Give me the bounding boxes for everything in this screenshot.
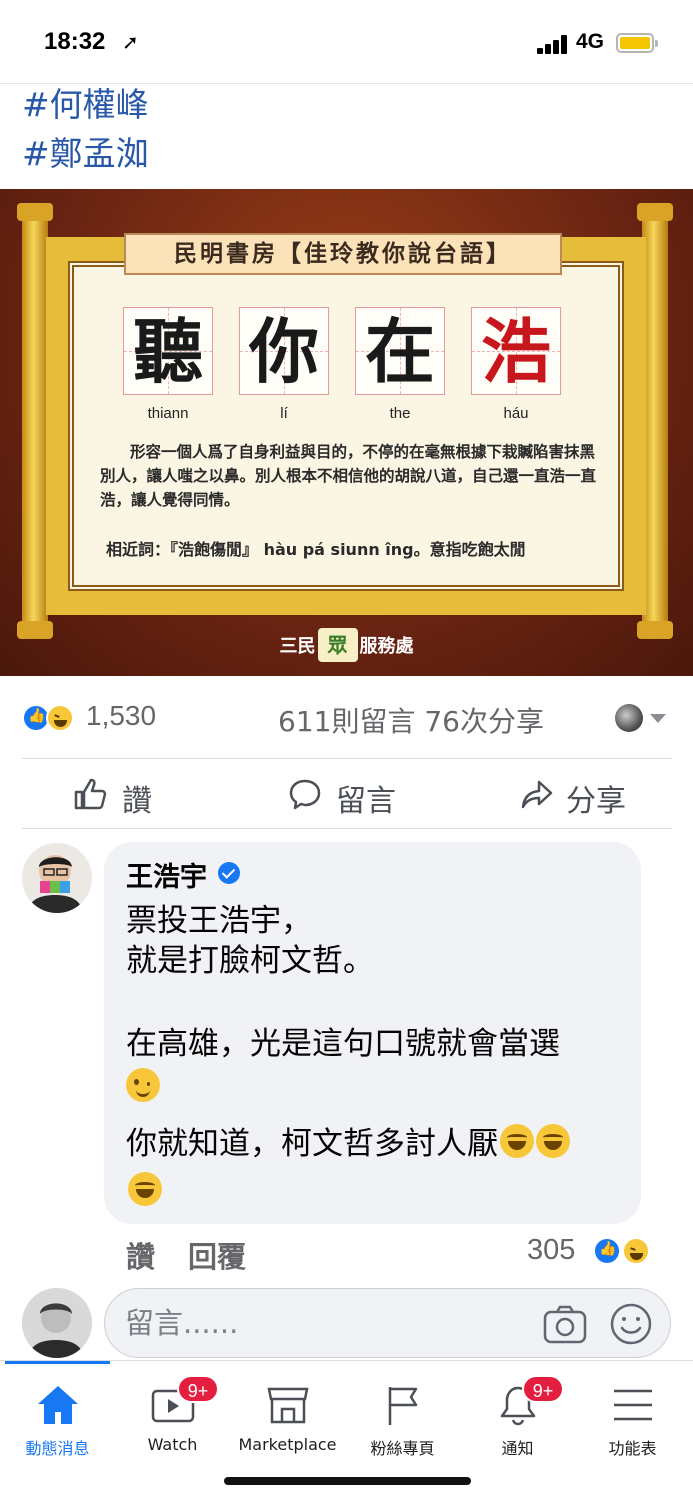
home-indicator[interactable] [224,1477,471,1485]
menu-icon [613,1389,652,1421]
character-box-highlight: 浩 [471,307,561,395]
comment-text-line: 就是打臉柯文哲。 [126,943,374,979]
share-button[interactable]: 分享 [520,772,650,820]
home-icon [37,1386,78,1424]
notification-badge: 9+ [522,1375,564,1403]
commenter-avatar[interactable] [22,843,92,913]
comment-text-line: 你就知道，柯文哲多討人厭 [126,1118,570,1163]
viewer-avatar[interactable] [615,704,643,732]
character-box: 聽 [123,307,213,395]
share-arrow-icon [521,780,553,809]
hashtag-link[interactable]: #何權峰 [22,78,149,126]
reactions-summary[interactable]: 1,530 611則留言 76次分享 [0,690,693,746]
hashtag-link[interactable]: #鄭孟洳 [22,127,149,175]
tab-watch[interactable]: 9+ Watch [115,1375,230,1454]
comment-emoji-line [126,1068,160,1106]
active-tab-indicator [5,1361,110,1364]
comment-reaction-count[interactable]: 305 [527,1234,575,1267]
brand-right-text: 服務處 [359,636,414,657]
laughing-emoji-icon [500,1124,534,1158]
viewer-avatar[interactable] [22,1288,92,1358]
romanization: thiann [147,405,189,422]
romanization: háu [503,405,529,422]
flag-icon [388,1387,417,1425]
comment-text-line: 票投王浩宇， [126,903,312,939]
tab-pages[interactable]: 粉絲專頁 [345,1383,460,1458]
haha-reaction-icon [622,1237,650,1265]
character-box: 你 [239,307,329,395]
battery-icon [616,33,658,53]
like-button[interactable]: 讚 [74,772,184,820]
laughing-emoji-icon [536,1124,570,1158]
divider [22,758,672,759]
person-avatar-icon [22,843,92,913]
romanization: the [389,405,411,422]
person-avatar-icon [22,1288,92,1358]
tab-marketplace[interactable]: Marketplace [230,1383,345,1454]
comment-input[interactable] [125,1303,525,1343]
comment-emoji-line [126,1172,162,1210]
network-type: 4G [576,30,605,53]
comment-author[interactable]: 王浩宇 [126,855,207,894]
brand-footer: 三民眾服務處 [0,628,693,662]
haha-reaction-icon [46,704,74,732]
laughing-emoji-icon [128,1172,162,1206]
comment-text-line: 在高雄，光是這句口號就會當選 [126,1026,560,1062]
comments-shares-count[interactable]: 611則留言 76次分享 [278,700,544,740]
cellular-signal-icon [537,34,569,54]
location-arrow-icon: ➚ [122,30,139,54]
comment-like-link[interactable]: 讚 [126,1234,155,1276]
comment-reply-link[interactable]: 回覆 [188,1234,246,1276]
character-box: 在 [355,307,445,395]
comment-bubble-icon [289,779,321,810]
reaction-count[interactable]: 1,530 [86,700,156,732]
like-reaction-icon [593,1237,621,1265]
camera-icon[interactable] [543,1304,587,1344]
image-title: 民明書房【佳玲教你說台語】 [174,240,512,267]
image-title-box: 民明書房【佳玲教你說台語】 [124,233,562,275]
thumbs-up-icon [74,778,107,810]
brand-logo: 眾 [317,628,358,662]
clock: 18:32 [44,28,106,55]
notification-badge: 9+ [177,1375,219,1403]
comment-button[interactable]: 留言 [288,772,418,820]
tab-notifications[interactable]: 9+ 通知 [460,1375,575,1458]
romanization: lí [280,405,288,422]
image-synonym: 相近詞：『浩飽傷閒』 hàu pá siunn îng。意指吃飽太閒 [106,540,526,559]
status-bar: 18:32 ➚ 4G [0,0,693,84]
brand-left-text: 三民 [279,636,316,657]
divider [22,828,672,829]
comment-composer[interactable] [104,1288,671,1358]
emoji-smiley-icon[interactable] [609,1302,653,1346]
marketplace-shop-icon [266,1387,309,1424]
wink-emoji-icon [126,1068,160,1102]
image-description: 形容一個人爲了自身利益與目的，不停的在毫無根據下栽贓陷害抹黑別人，讓人嗤之以鼻。… [100,442,597,509]
verified-badge-icon [218,862,240,884]
tab-menu[interactable]: 功能表 [575,1383,690,1458]
scroll-rod-left [17,203,53,639]
chevron-down-icon[interactable] [650,714,666,723]
tab-news-feed[interactable]: 動態消息 [0,1383,115,1458]
